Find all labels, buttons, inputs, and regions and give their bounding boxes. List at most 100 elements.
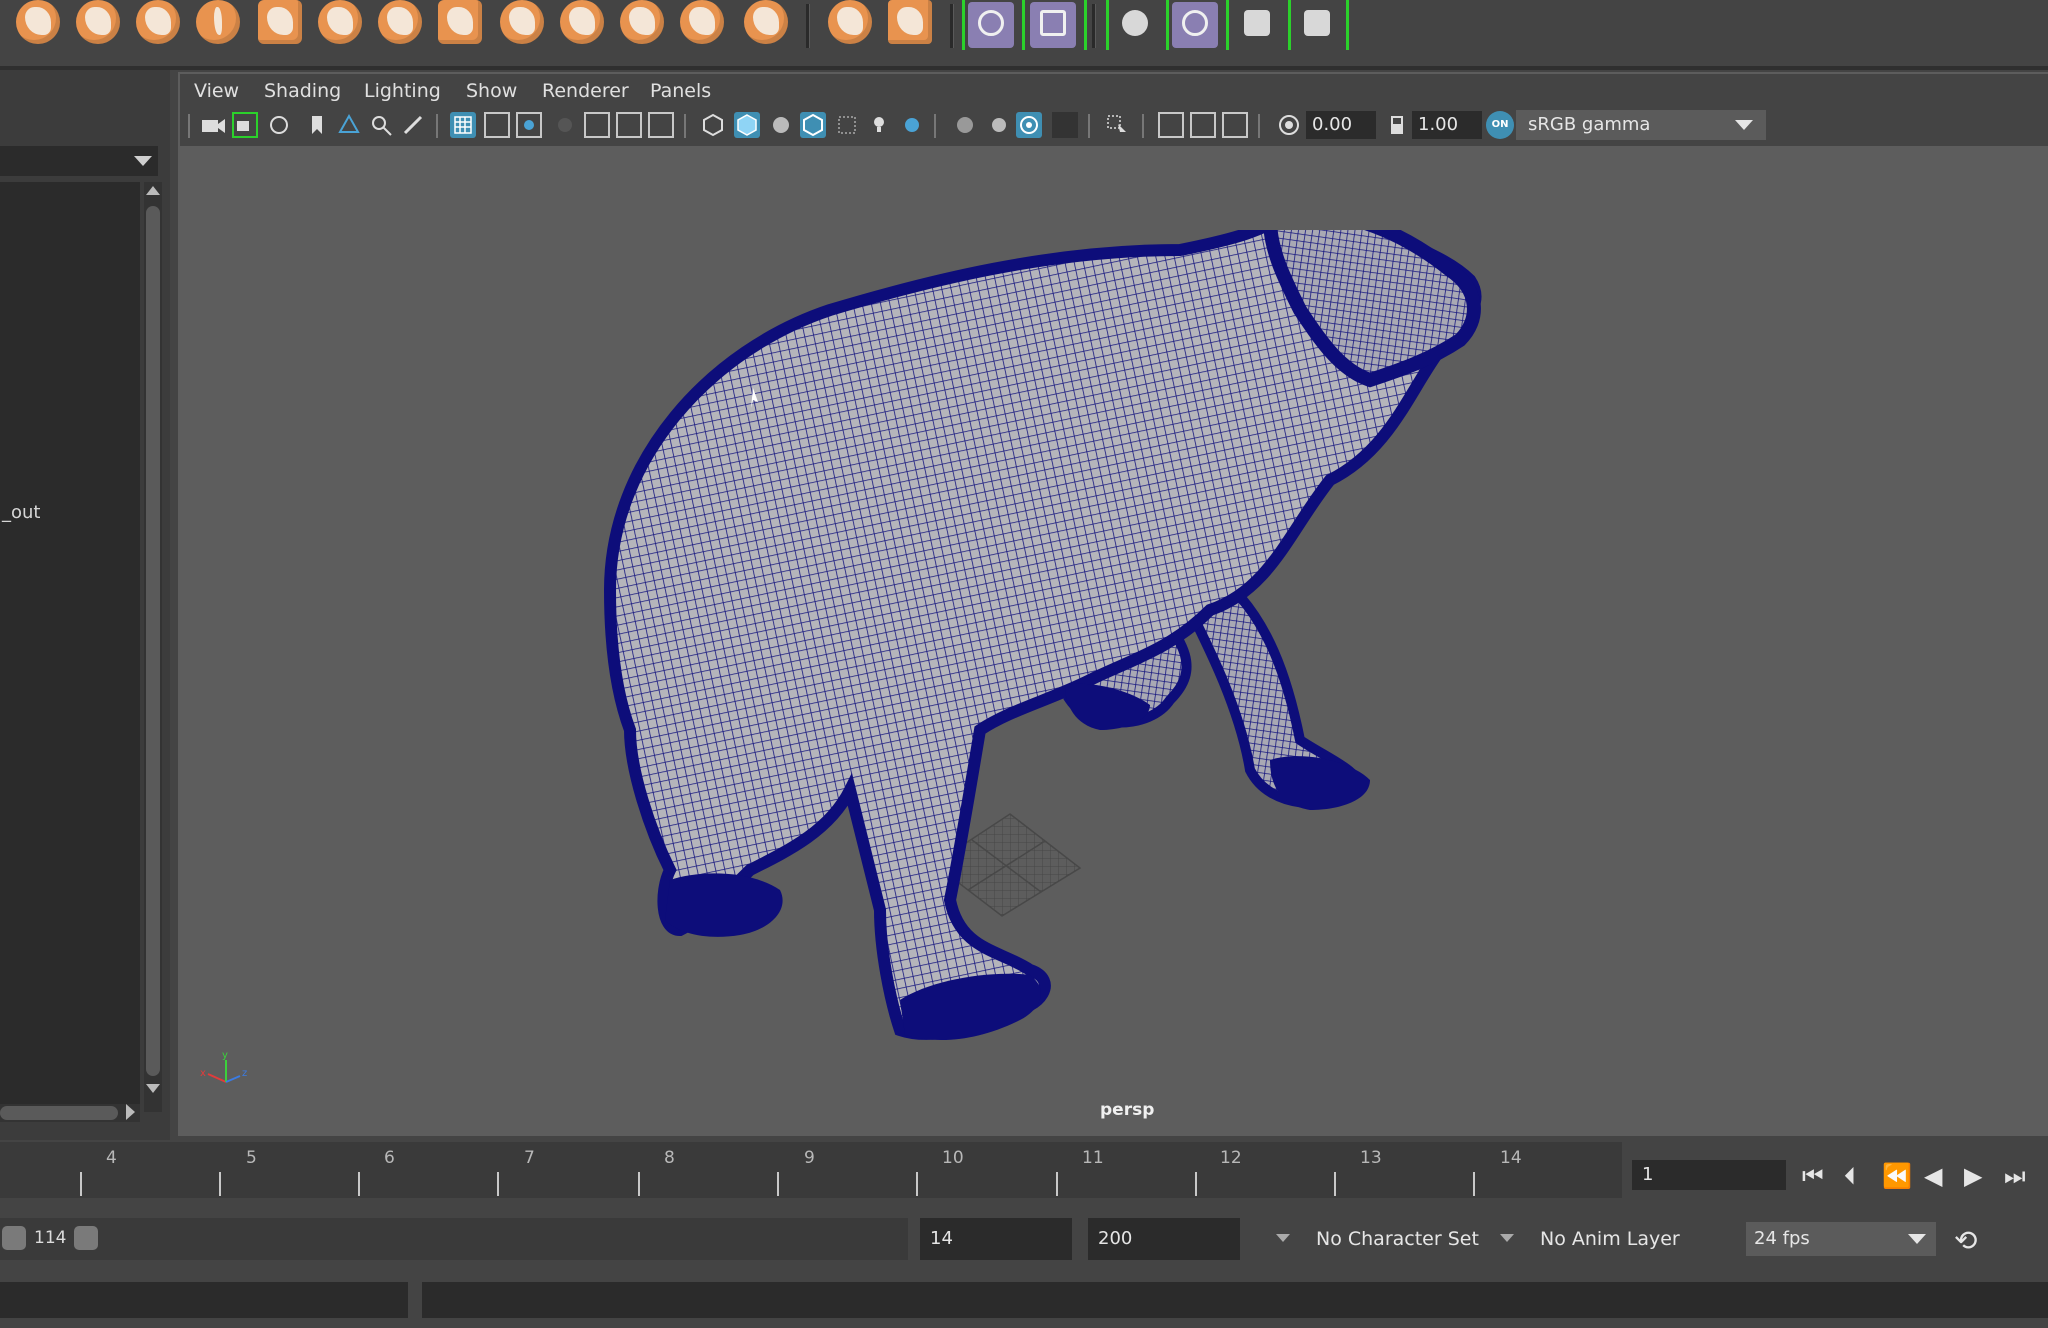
- gate-mask-icon[interactable]: [552, 112, 578, 138]
- exposure-icon[interactable]: [1276, 112, 1302, 138]
- gamma-field[interactable]: 1.00: [1412, 111, 1482, 139]
- chevron-down-icon[interactable]: [1500, 1234, 1514, 1242]
- shelf-marker: [1288, 0, 1291, 50]
- default-material-icon[interactable]: [768, 112, 794, 138]
- textured-icon[interactable]: [834, 112, 860, 138]
- xray-icon[interactable]: [1158, 112, 1184, 138]
- uv-icon[interactable]: [828, 0, 872, 44]
- xray-components-icon[interactable]: [1222, 112, 1248, 138]
- timeline-tick: [777, 1172, 779, 1196]
- grease-pencil-icon[interactable]: [400, 112, 426, 138]
- fps-select[interactable]: 24 fps: [1746, 1222, 1896, 1256]
- outliner-list[interactable]: [0, 182, 140, 1112]
- smooth-shade-icon[interactable]: [734, 112, 760, 138]
- camera-lock-icon[interactable]: [232, 112, 258, 138]
- image-plane-icon[interactable]: [336, 112, 362, 138]
- menu-view[interactable]: View: [194, 80, 239, 102]
- timeline-tick: [1473, 1172, 1475, 1196]
- play-forwards-icon[interactable]: ▶: [1964, 1164, 1982, 1188]
- command-input[interactable]: [0, 1282, 408, 1318]
- ambient-occlusion-icon[interactable]: [952, 112, 978, 138]
- range-end-handle[interactable]: [74, 1226, 98, 1250]
- bridge-icon[interactable]: [378, 0, 422, 44]
- skin-bind-icon[interactable]: [968, 2, 1014, 48]
- color-management-toggle[interactable]: ON: [1486, 111, 1514, 139]
- anti-aliasing-icon[interactable]: [1016, 112, 1042, 138]
- camera-attributes-icon[interactable]: [266, 112, 292, 138]
- go-to-start-icon[interactable]: ⏮: [1802, 1164, 1824, 1188]
- shelf-marker: [1226, 0, 1229, 50]
- smooth-icon[interactable]: [136, 0, 180, 44]
- icon-glyph: [1040, 10, 1066, 36]
- depth-of-field-icon[interactable]: [1052, 112, 1078, 138]
- deformer-a-icon[interactable]: [1112, 2, 1158, 48]
- menu-renderer[interactable]: Renderer: [542, 80, 629, 102]
- range-slider[interactable]: [0, 1218, 908, 1260]
- cut-icon[interactable]: [560, 0, 604, 44]
- shadows-icon[interactable]: [898, 112, 924, 138]
- scrollbar-thumb[interactable]: [146, 206, 160, 1076]
- safe-action-icon[interactable]: [616, 112, 642, 138]
- bookmark-icon[interactable]: [304, 112, 330, 138]
- append-icon[interactable]: [438, 0, 482, 44]
- sphere-icon[interactable]: [16, 0, 60, 44]
- gamma-icon[interactable]: [1384, 112, 1410, 138]
- resolution-gate-icon[interactable]: [516, 112, 542, 138]
- loop-icon[interactable]: ⟲: [1954, 1224, 1977, 1257]
- wireframe-icon[interactable]: [700, 112, 726, 138]
- skeleton-icon[interactable]: [1030, 2, 1076, 48]
- timeline-tick-label: 8: [664, 1148, 675, 1168]
- timeline-tick: [1334, 1172, 1336, 1196]
- exposure-field[interactable]: 0.00: [1306, 111, 1376, 139]
- chevron-down-icon[interactable]: [1908, 1234, 1926, 1244]
- motion-blur-icon[interactable]: [984, 112, 1010, 138]
- step-back-key-icon[interactable]: ⏪: [1882, 1164, 1912, 1188]
- safe-title-icon[interactable]: [648, 112, 674, 138]
- 2d-pan-zoom-icon[interactable]: [368, 112, 394, 138]
- current-frame-field[interactable]: 1: [1632, 1160, 1786, 1190]
- isolate-select-icon[interactable]: [1104, 112, 1130, 138]
- polar-bear-mesh[interactable]: [570, 230, 1510, 1090]
- step-forward-key-icon[interactable]: ⏭: [2004, 1164, 2026, 1188]
- icon-glyph: [85, 7, 111, 35]
- cluster-icon[interactable]: [1294, 2, 1340, 48]
- range-start-handle[interactable]: [2, 1226, 26, 1250]
- lights-icon[interactable]: [866, 112, 892, 138]
- bevel-icon[interactable]: [318, 0, 362, 44]
- grid-icon[interactable]: [450, 112, 476, 138]
- insert-loop-icon[interactable]: [196, 0, 240, 44]
- split-icon[interactable]: [500, 0, 544, 44]
- sculpt-icon[interactable]: [680, 0, 724, 44]
- deformer-b-icon[interactable]: [1172, 2, 1218, 48]
- uv-editor-icon[interactable]: [888, 0, 932, 44]
- target-weld-icon[interactable]: [620, 0, 664, 44]
- film-gate-icon[interactable]: [484, 112, 510, 138]
- play-backwards-icon[interactable]: ◀: [1924, 1164, 1942, 1188]
- select-camera-icon[interactable]: [200, 112, 226, 138]
- timeline-tick-label: 12: [1220, 1148, 1242, 1168]
- chevron-down-icon[interactable]: [134, 156, 152, 166]
- xray-joints-icon[interactable]: [1190, 112, 1216, 138]
- snowflake-icon[interactable]: [744, 0, 788, 44]
- field-chart-icon[interactable]: [584, 112, 610, 138]
- extrude-icon[interactable]: [258, 0, 302, 44]
- torus-icon[interactable]: [76, 0, 120, 44]
- scroll-right-arrow-icon[interactable]: [126, 1104, 135, 1120]
- menu-show[interactable]: Show: [466, 80, 517, 102]
- menu-lighting[interactable]: Lighting: [364, 80, 441, 102]
- chevron-down-icon[interactable]: [1276, 1234, 1290, 1242]
- playback-start-field[interactable]: 14: [920, 1218, 1072, 1260]
- menu-shading[interactable]: Shading: [264, 80, 341, 102]
- playback-end-field[interactable]: 200: [1088, 1218, 1240, 1260]
- menu-panels[interactable]: Panels: [650, 80, 711, 102]
- character-set-select[interactable]: No Character Set: [1306, 1218, 1482, 1260]
- step-back-frame-icon[interactable]: ⏴: [1844, 1164, 1856, 1188]
- chevron-down-icon[interactable]: [1735, 120, 1753, 130]
- scroll-down-arrow-icon[interactable]: [146, 1084, 160, 1093]
- wireframe-on-shaded-icon[interactable]: [800, 112, 826, 138]
- scroll-up-arrow-icon[interactable]: [146, 186, 160, 195]
- outliner-item[interactable]: _out: [2, 502, 40, 523]
- lattice-icon[interactable]: [1234, 2, 1280, 48]
- anim-layer-select[interactable]: No Anim Layer: [1530, 1218, 1706, 1260]
- scrollbar-thumb[interactable]: [0, 1106, 118, 1120]
